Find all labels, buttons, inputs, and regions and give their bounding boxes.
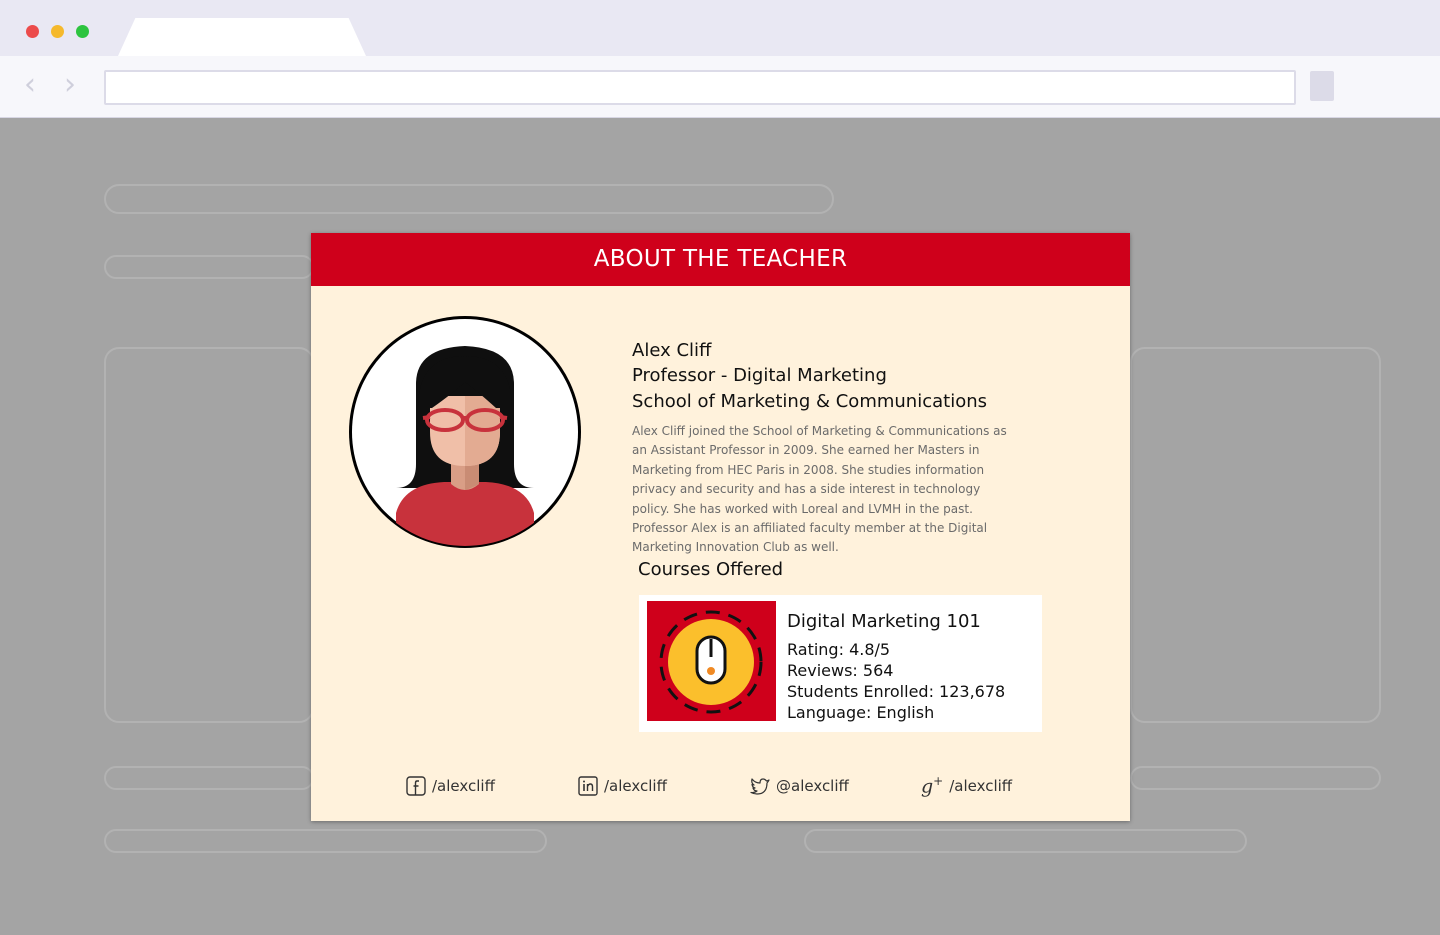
facebook-icon bbox=[406, 776, 426, 796]
course-rating: Rating: 4.8/5 bbox=[787, 640, 891, 659]
social-link-linkedin[interactable]: /alexcliff bbox=[578, 774, 667, 798]
teacher-name: Alex Cliff bbox=[632, 340, 712, 361]
background-placeholder-bar bbox=[104, 829, 547, 853]
google-plus-icon: g+ bbox=[921, 774, 944, 798]
background-placeholder-panel bbox=[1130, 347, 1381, 723]
modal-title: ABOUT THE TEACHER bbox=[593, 246, 848, 272]
social-link-facebook[interactable]: /alexcliff bbox=[406, 774, 495, 798]
background-placeholder-panel bbox=[104, 347, 314, 723]
forward-arrow-icon[interactable]: › bbox=[64, 70, 82, 100]
teacher-avatar bbox=[346, 316, 584, 548]
modal-header: ABOUT THE TEACHER bbox=[311, 233, 1130, 286]
course-reviews: Reviews: 564 bbox=[787, 661, 894, 680]
teacher-position: Professor - Digital Marketing bbox=[632, 365, 887, 386]
course-title[interactable]: Digital Marketing 101 bbox=[787, 611, 981, 632]
course-students: Students Enrolled: 123,678 bbox=[787, 682, 1006, 701]
window-close-button[interactable] bbox=[26, 25, 39, 38]
twitter-icon bbox=[750, 777, 770, 795]
course-language: Language: English bbox=[787, 703, 935, 722]
linkedin-handle: /alexcliff bbox=[604, 777, 667, 795]
window-minimize-button[interactable] bbox=[51, 25, 64, 38]
teacher-bio: Alex Cliff joined the School of Marketin… bbox=[632, 424, 1007, 555]
background-placeholder-bar bbox=[104, 184, 834, 214]
google-plus-handle: /alexcliff bbox=[949, 777, 1013, 795]
background-placeholder-bar bbox=[104, 766, 314, 790]
browser-menu-button[interactable] bbox=[1310, 71, 1334, 101]
course-card[interactable]: Digital Marketing 101 Rating: 4.8/5 Revi… bbox=[639, 595, 1042, 732]
background-placeholder-bar bbox=[1130, 766, 1381, 790]
courses-heading: Courses Offered bbox=[638, 559, 784, 580]
window-maximize-button[interactable] bbox=[76, 25, 89, 38]
social-link-google-plus[interactable]: g+ /alexcliff bbox=[921, 774, 1012, 798]
browser-tab[interactable] bbox=[118, 18, 366, 56]
mouse-icon bbox=[647, 601, 776, 721]
back-arrow-icon[interactable]: ‹ bbox=[24, 70, 42, 100]
teacher-school: School of Marketing & Communications bbox=[632, 391, 987, 412]
social-link-twitter[interactable]: @alexcliff bbox=[750, 774, 849, 798]
teacher-modal: ABOUT THE TEACHER Alex Cliff Professor -… bbox=[311, 233, 1130, 821]
address-bar[interactable] bbox=[104, 70, 1296, 105]
background-placeholder-bar bbox=[104, 255, 314, 279]
linkedin-icon bbox=[578, 776, 598, 796]
twitter-handle: @alexcliff bbox=[776, 777, 849, 795]
background-placeholder-bar bbox=[804, 829, 1247, 853]
facebook-handle: /alexcliff bbox=[432, 777, 495, 795]
